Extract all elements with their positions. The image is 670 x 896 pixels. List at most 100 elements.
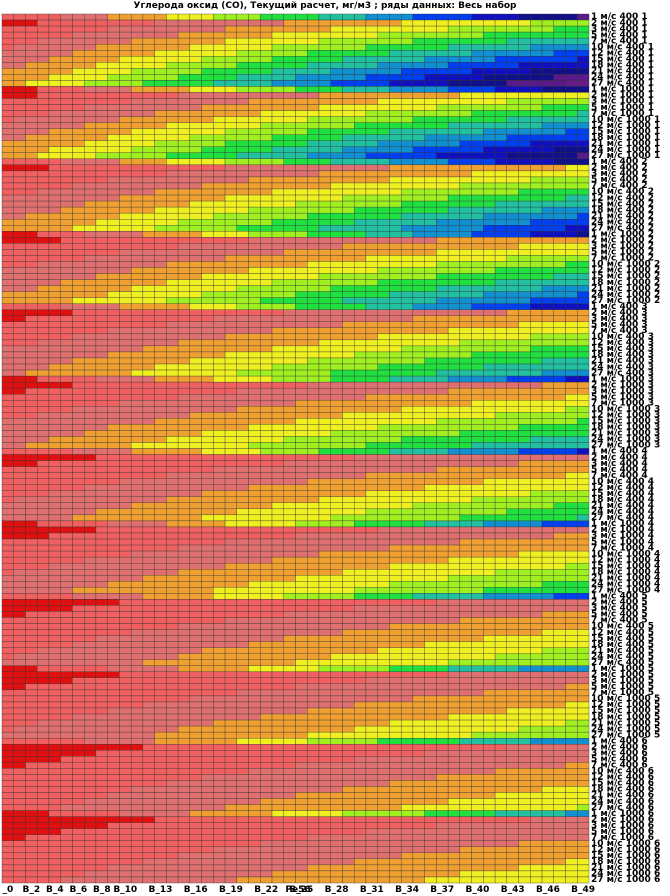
heatmap-cell [60,508,73,516]
heatmap-cell [365,460,378,467]
heatmap-cell [119,255,132,262]
heatmap-cell [60,472,73,479]
heatmap-cell [365,605,378,612]
heatmap-cell [377,569,390,576]
heatmap-cell [130,436,144,443]
heatmap-cell [354,593,367,600]
heatmap-cell [377,611,390,618]
heatmap-cell [471,526,484,534]
heatmap-cell [119,140,132,147]
heatmap-cell [25,363,38,371]
heatmap-cell [25,279,38,286]
heatmap-cell [483,56,496,63]
heatmap-cell [412,291,425,298]
heatmap-cell [400,158,414,166]
heatmap-cell [412,418,425,425]
heatmap-cell [354,122,367,129]
heatmap-cell [377,194,390,202]
heatmap-cell [354,291,367,298]
heatmap-cell [201,176,214,184]
heatmap-cell [342,98,355,105]
heatmap-cell [518,80,531,87]
heatmap-cell [553,369,566,377]
heatmap-cell [424,605,437,612]
heatmap-cell [436,581,449,588]
heatmap-cell [119,74,132,81]
heatmap-cell [307,146,320,153]
heatmap-cell [471,575,484,582]
heatmap-cell [530,267,543,274]
heatmap-cell [260,412,273,419]
heatmap-cell [530,146,543,153]
heatmap-cell [271,544,284,552]
heatmap-cell [236,345,249,353]
heatmap-cell [318,291,331,298]
heatmap-cell [506,104,519,111]
heatmap-cell [84,387,97,395]
heatmap-cell [107,599,120,606]
heatmap-cell [271,605,284,612]
heatmap-cell [354,496,367,503]
heatmap-cell [377,400,390,407]
heatmap-cell [166,62,179,69]
heatmap-cell [565,170,578,178]
heatmap-cell [565,605,578,612]
heatmap-cell [48,134,61,141]
heatmap-cell [72,212,85,220]
heatmap-cell [483,460,496,467]
heatmap-cell [365,436,378,443]
heatmap-cell [84,369,97,377]
heatmap-cell [60,387,73,395]
heatmap-cell [60,418,73,425]
heatmap-cell [577,406,590,413]
heatmap-cell [95,249,108,256]
heatmap-cell [295,62,308,69]
heatmap-cell [1,508,14,516]
heatmap-cell [342,502,355,510]
heatmap-cell [260,267,273,274]
heatmap-cell [530,122,543,129]
heatmap-cell [530,333,543,341]
heatmap-cell [553,327,566,335]
heatmap-cell [342,442,355,449]
heatmap-cell [271,345,284,353]
heatmap-cell [1,599,14,606]
heatmap-cell [577,339,590,347]
heatmap-cell [295,436,308,443]
heatmap-cell [84,194,97,202]
heatmap-cell [72,50,85,57]
heatmap-cell [553,37,566,45]
heatmap-cell [95,321,108,328]
heatmap-cell [577,68,590,75]
heatmap-cell [283,369,296,377]
heatmap-cell [365,13,378,21]
heatmap-cell [459,514,472,522]
heatmap-cell [541,74,554,81]
heatmap-cell [130,363,144,371]
heatmap-cell [60,182,73,190]
heatmap-cell [283,164,296,172]
heatmap-cell [342,556,355,564]
heatmap-cell [248,575,261,582]
heatmap-cell [412,176,425,184]
heatmap-cell [119,249,132,256]
heatmap-cell [177,200,191,208]
heatmap-cell [154,424,167,431]
heatmap-cell [354,369,367,377]
heatmap-cell [412,25,425,33]
heatmap-cell [260,13,273,21]
heatmap-cell [166,532,179,540]
heatmap-cell [412,164,425,172]
heatmap-cell [1,249,14,256]
heatmap-cell [330,490,343,497]
heatmap-cell [365,321,378,328]
heatmap-cell [142,375,155,383]
heatmap-cell [189,80,202,87]
heatmap-cell [72,164,85,172]
heatmap-cell [283,237,296,244]
heatmap-cell [48,569,61,576]
heatmap-cell [201,74,214,81]
heatmap-cell [84,484,97,491]
heatmap-cell [436,279,449,286]
heatmap-cell [25,575,38,582]
